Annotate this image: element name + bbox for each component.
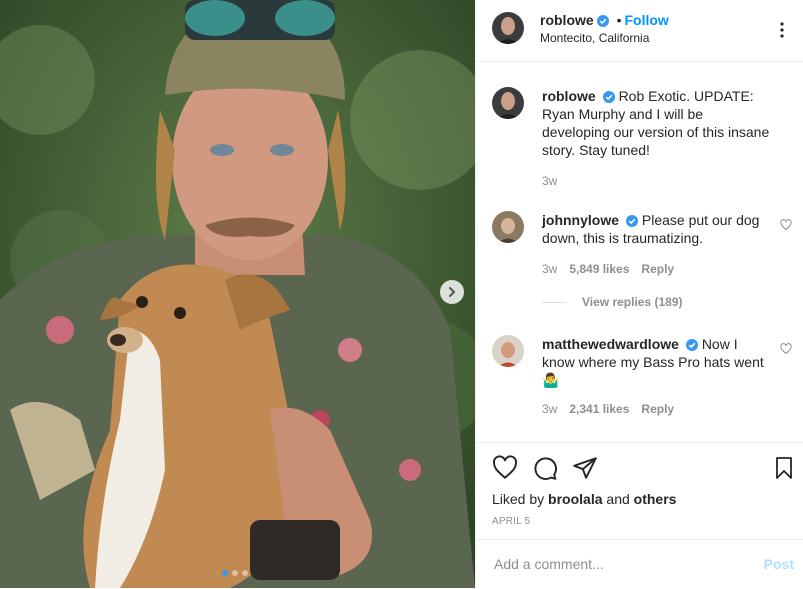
like-comment-icon[interactable] — [780, 219, 792, 231]
bookmark-icon[interactable] — [772, 455, 796, 481]
post-actions: Liked by broolala and others APRIL 5 Pos… — [476, 442, 803, 588]
post-comment-button[interactable]: Post — [764, 556, 794, 572]
heart-icon[interactable] — [492, 455, 518, 481]
carousel-dot — [242, 570, 248, 576]
comment-time[interactable]: 3w — [542, 402, 557, 416]
avatar-image — [492, 335, 524, 367]
commenter-avatar[interactable] — [492, 211, 524, 243]
follow-button[interactable]: Follow — [624, 12, 668, 28]
view-replies-button[interactable]: View replies (189) — [542, 295, 683, 309]
verified-badge-icon — [602, 91, 615, 103]
commenter-avatar[interactable] — [492, 335, 524, 367]
chevron-right-icon — [449, 287, 455, 297]
carousel-dot — [232, 570, 238, 576]
liked-by-others[interactable]: others — [634, 491, 677, 507]
like-comment-icon[interactable] — [780, 343, 792, 355]
verified-badge-icon — [685, 339, 698, 351]
post-photo — [0, 0, 475, 588]
comment-time[interactable]: 3w — [542, 262, 557, 276]
comment-likes[interactable]: 5,849 likes — [569, 262, 629, 276]
verified-badge-icon — [626, 215, 638, 227]
location-link[interactable]: Montecito, California — [540, 31, 649, 45]
comments-list[interactable]: roblowe Rob Exotic. UPDATE: Ryan Murphy … — [476, 63, 803, 441]
dot-separator: • — [616, 12, 622, 28]
comment-time[interactable]: 3w — [542, 174, 557, 188]
verified-badge-icon — [596, 15, 609, 27]
comment-username[interactable]: matthewedwardlowe — [542, 336, 679, 352]
carousel-dot — [222, 570, 228, 576]
author-avatar[interactable] — [492, 87, 524, 119]
author-username[interactable]: roblowe — [540, 12, 594, 28]
avatar-image — [492, 12, 524, 44]
reply-button[interactable]: Reply — [641, 402, 674, 416]
reply-button[interactable]: Reply — [641, 262, 674, 276]
liked-by-joiner: and — [606, 491, 630, 507]
avatar-image — [492, 211, 524, 243]
replies-divider — [542, 302, 566, 304]
liked-by-user[interactable]: broolala — [548, 491, 602, 507]
liked-by-prefix: Liked by — [492, 491, 545, 507]
more-options-button[interactable] — [770, 18, 794, 47]
comment-username[interactable]: roblowe — [542, 88, 596, 104]
avatar-image — [492, 87, 524, 119]
comment-likes[interactable]: 2,341 likes — [569, 402, 629, 416]
view-replies-label: View replies (189) — [582, 295, 683, 309]
post-media[interactable] — [0, 0, 475, 588]
likes-summary: Liked by broolala and others — [492, 491, 676, 507]
comment-username[interactable]: johnnylowe — [542, 212, 619, 228]
post-panel: roblowe • Follow Montecito, California ro… — [475, 0, 803, 588]
next-slide-button[interactable] — [440, 280, 464, 304]
share-icon[interactable] — [572, 455, 598, 481]
more-options-icon — [780, 22, 784, 38]
add-comment-bar: Post — [476, 539, 803, 589]
add-comment-input[interactable] — [492, 552, 742, 576]
carousel-indicator — [222, 570, 248, 576]
comment-icon[interactable] — [532, 455, 558, 481]
author-avatar[interactable] — [492, 12, 524, 44]
post-header: roblowe • Follow Montecito, California — [476, 0, 803, 62]
post-date[interactable]: APRIL 5 — [492, 516, 530, 527]
